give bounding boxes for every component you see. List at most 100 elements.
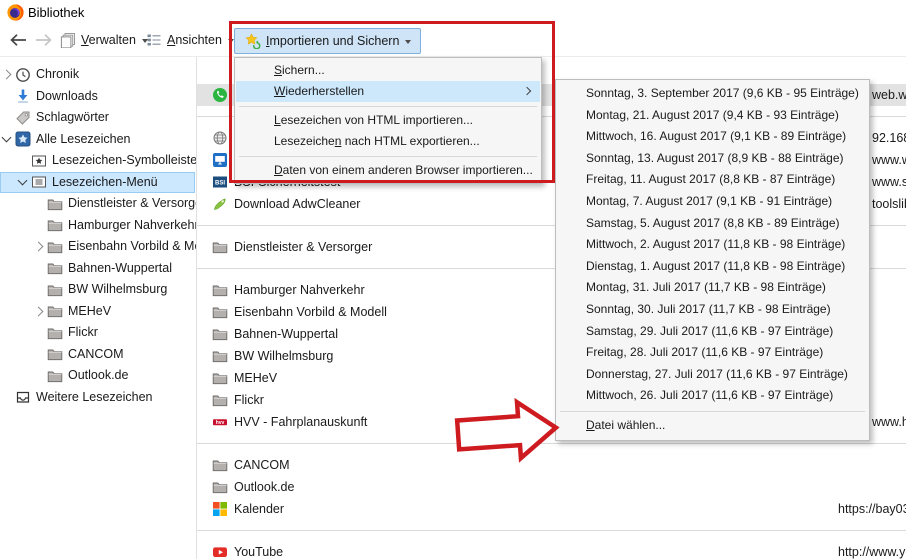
sidebar-item-lesezeichen-symbolleiste[interactable]: Lesezeichen-Symbolleiste [0,150,195,172]
sidebar-item-dienstleister-versorger[interactable]: Dienstleister & Versorger [0,193,195,215]
list-item-label: BW Wilhelmsburg [234,345,333,367]
sidebar-item-label: MEHeV [68,301,111,323]
list-item-outlook-de[interactable]: Outlook.de [197,476,906,498]
chevron-down-icon[interactable] [18,175,28,185]
backup-entry-montag-21-august-2017[interactable]: Montag, 21. August 2017 (9,4 KB - 93 Ein… [557,105,867,127]
backup-entry-montag-31-juli-2017[interactable]: Montag, 31. Juli 2017 (11,7 KB - 98 Eint… [557,277,867,299]
list-item-address: http://www.yo [838,541,906,559]
chevron-right-icon[interactable] [34,242,44,252]
backup-entry-freitag-28-juli-2017[interactable]: Freitag, 28. Juli 2017 (11,6 KB - 97 Ein… [557,342,867,364]
microsoft-icon [212,501,228,517]
sidebar-item-label: Hamburger Nahverkehr [68,215,199,237]
backup-entry-mittwoch-26-juli-2017[interactable]: Mittwoch, 26. Juli 2017 (11,6 KB - 97 Ei… [557,385,867,407]
backup-entry-dienstag-1-august-2017[interactable]: Dienstag, 1. August 2017 (11,8 KB - 98 E… [557,256,867,278]
sidebar-item-cancom[interactable]: CANCOM [0,344,195,366]
backup-entry-donnerstag-27-juli-2017[interactable]: Donnerstag, 27. Juli 2017 (11,6 KB - 97 … [557,364,867,386]
manage-menu-button[interactable]: Verwalten [60,25,148,55]
chevron-right-icon[interactable] [34,306,44,316]
folder-icon [47,368,63,384]
list-item-kalender[interactable]: Kalenderhttps://bay03.c [197,498,906,520]
list-item-label: MEHeV [234,367,277,389]
import-backup-label: Importieren und Sichern [266,34,399,48]
menu-item-lesezeichen-von-html-importieren[interactable]: Lesezeichen von HTML importieren... [236,110,540,131]
list-item-cancom[interactable]: CANCOM [197,454,906,476]
sidebar-item-mehev[interactable]: MEHeV [0,301,195,323]
list-item-label: HVV - Fahrplanauskunft [234,411,367,433]
sidebar-item-chronik[interactable]: Chronik [0,64,195,86]
sidebar-item-eisenbahn-vorbild-mo[interactable]: Eisenbahn Vorbild & Mo... [0,236,195,258]
sidebar-item-label: Schlagwörter [36,107,109,129]
menu-separator [239,156,537,157]
sidebar-item-label: BW Wilhelmsburg [68,279,167,301]
list-item-label: YouTube [234,541,283,559]
import-and-backup-button[interactable]: Importieren und Sichern [234,28,421,54]
download-icon [15,88,31,104]
sidebar-item-label: Lesezeichen-Symbolleiste [52,150,197,172]
sidebar-item-flickr[interactable]: Flickr [0,322,195,344]
forward-button[interactable] [34,25,54,55]
sidebar-item-outlook-de[interactable]: Outlook.de [0,365,195,387]
menu-item-choose-file[interactable]: Datei wählen... [557,415,867,437]
sidebar-item-hamburger-nahverkehr[interactable]: Hamburger Nahverkehr [0,215,195,237]
backup-entry-sonntag-30-juli-2017[interactable]: Sonntag, 30. Juli 2017 (11,7 KB - 98 Ein… [557,299,867,321]
forward-arrow-icon [34,32,54,48]
list-item-address: www.hv [872,411,906,433]
import-backup-menu: Sichern...Wiederherstellen Lesezeichen vo… [234,57,542,184]
restore-submenu: Sonntag, 3. September 2017 (9,6 KB - 95 … [555,79,870,441]
chevron-down-icon[interactable] [2,132,12,142]
folder-icon [212,326,228,342]
backup-entry-sonntag-3-september-2017[interactable]: Sonntag, 3. September 2017 (9,6 KB - 95 … [557,83,867,105]
manage-label: Verwalten [81,33,136,47]
sidebar-item-alle-lesezeichen[interactable]: Alle Lesezeichen [0,129,195,151]
back-arrow-icon [8,32,28,48]
menu-item-sichern[interactable]: Sichern... [236,60,540,81]
chevron-right-icon[interactable] [2,70,12,80]
youtube-icon [212,544,228,559]
folder-icon [47,196,63,212]
other-bookmarks-icon [15,389,31,405]
sidebar-item-schlagw-rter[interactable]: Schlagwörter [0,107,195,129]
all-bookmarks-icon [15,131,31,147]
whatsapp-icon [212,87,228,103]
list-item-address: toolslib [872,193,906,215]
views-menu-button[interactable]: Ansichten [146,25,234,55]
sidebar-item-downloads[interactable]: Downloads [0,86,195,108]
folder-icon [212,370,228,386]
tag-icon [15,110,31,126]
folder-icon [212,282,228,298]
list-separator [197,443,906,444]
backup-entry-samstag-5-august-2017[interactable]: Samstag, 5. August 2017 (8,8 KB - 89 Ein… [557,213,867,235]
bsi-icon: BSI [212,174,228,190]
list-item-address: 92.168. [872,127,906,149]
backup-entry-montag-7-august-2017[interactable]: Montag, 7. August 2017 (9,1 KB - 91 Eint… [557,191,867,213]
list-item-youtube[interactable]: YouTube http://www.yo [197,541,906,559]
sidebar-item-bahnen-wuppertal[interactable]: Bahnen-Wuppertal [0,258,195,280]
sidebar-item-label: Downloads [36,86,98,108]
menu-item-daten-von-einem-anderen-browser-importieren[interactable]: Daten von einem anderen Browser importie… [236,160,540,181]
backup-entry-sonntag-13-august-2017[interactable]: Sonntag, 13. August 2017 (8,9 KB - 88 Ei… [557,148,867,170]
menu-separator [239,106,537,107]
chevron-down-icon [228,39,234,43]
chevron-down-icon [405,40,411,44]
backup-entry-mittwoch-16-august-2017[interactable]: Mittwoch, 16. August 2017 (9,1 KB - 89 E… [557,126,867,148]
toolbar: Verwalten Ansichten [0,25,906,57]
list-item-address: web.wh [872,84,906,106]
backup-entry-samstag-29-juli-2017[interactable]: Samstag, 29. Juli 2017 (11,6 KB - 97 Ein… [557,321,867,343]
sidebar-item-label: Lesezeichen-Menü [52,172,158,194]
back-button[interactable] [8,25,28,55]
backup-entry-mittwoch-2-august-2017[interactable]: Mittwoch, 2. August 2017 (11,8 KB - 98 E… [557,234,867,256]
menu-item-wiederherstellen[interactable]: Wiederherstellen [236,81,540,102]
list-separator [197,530,906,531]
sidebar-item-bw-wilhelmsburg[interactable]: BW Wilhelmsburg [0,279,195,301]
list-item-label: CANCOM [234,454,290,476]
folder-icon [212,457,228,473]
folder-icon [47,282,63,298]
sidebar-item-lesezeichen-men[interactable]: Lesezeichen-Menü [0,172,195,194]
sidebar-item-weitere-lesezeichen[interactable]: Weitere Lesezeichen [0,387,195,409]
backup-entry-freitag-11-august-2017[interactable]: Freitag, 11. August 2017 (8,8 KB - 87 Ei… [557,169,867,191]
sidebar-item-label: Eisenbahn Vorbild & Mo... [68,236,212,258]
sidebar-item-label: Dienstleister & Versorger [68,193,206,215]
list-item-label: Hamburger Nahverkehr [234,279,365,301]
menu-item-lesezeichen-nach-html-exportieren[interactable]: Lesezeichen nach HTML exportieren... [236,131,540,152]
folder-icon [47,239,63,255]
